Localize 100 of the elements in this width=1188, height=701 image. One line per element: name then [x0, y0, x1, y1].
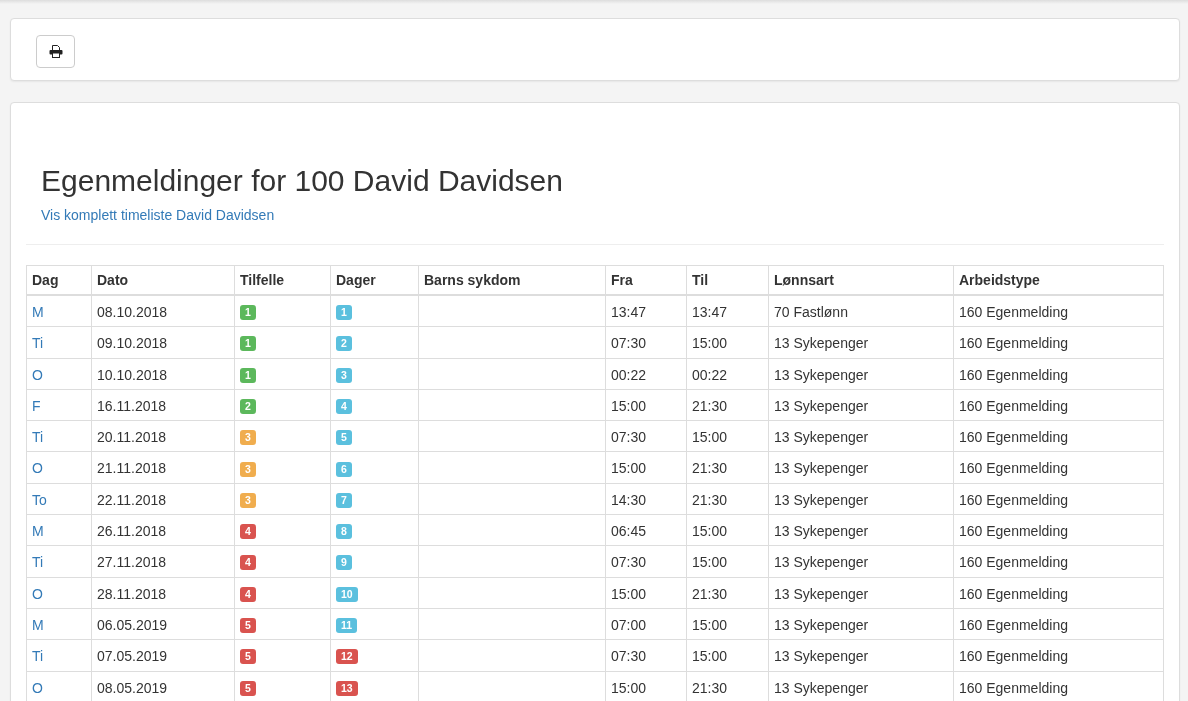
work-type-text: 160 Egenmelding — [959, 648, 1068, 665]
to-time: 00:22 — [692, 366, 728, 383]
work-type-text: 160 Egenmelding — [959, 398, 1068, 415]
to-time: 15:00 — [692, 523, 728, 540]
days-badge: 9 — [336, 555, 352, 571]
work-type-text: 160 Egenmelding — [959, 585, 1068, 602]
date-text: 08.10.2018 — [97, 304, 168, 321]
weekday-link[interactable]: M — [32, 523, 44, 540]
pay-type-text: 13 Sykepenger — [774, 679, 869, 696]
to-time: 21:30 — [692, 585, 728, 602]
case-badge: 5 — [240, 618, 256, 633]
case-badge: 3 — [240, 492, 256, 508]
case-badge: 4 — [240, 555, 256, 571]
days-badge: 4 — [336, 398, 352, 414]
column-header: Arbeidstype — [953, 265, 1164, 295]
work-type-text: 160 Egenmelding — [959, 335, 1068, 352]
date-text: 07.05.2019 — [97, 648, 168, 665]
date-text: 22.11.2018 — [97, 492, 167, 509]
case-badge: 1 — [240, 336, 256, 352]
pay-type-text: 13 Sykepenger — [774, 617, 869, 634]
to-time: 21:30 — [692, 398, 728, 415]
case-badge: 4 — [240, 524, 256, 540]
work-type-text: 160 Egenmelding — [959, 366, 1068, 383]
from-time: 07:30 — [611, 429, 647, 446]
to-time: 21:30 — [692, 460, 728, 477]
date-text: 10.10.2018 — [97, 366, 168, 383]
date-text: 09.10.2018 — [97, 335, 168, 352]
print-icon — [48, 45, 63, 58]
pay-type-text: 70 Fastlønn — [774, 304, 848, 321]
date-text: 06.05.2019 — [97, 617, 168, 634]
days-badge: 12 — [336, 649, 358, 665]
pay-type-text: 13 Sykepenger — [774, 366, 869, 383]
from-time: 13:47 — [611, 304, 647, 321]
column-header: Lønnsart — [768, 265, 954, 295]
case-badge: 3 — [240, 430, 256, 446]
from-time: 14:30 — [611, 492, 647, 509]
pay-type-text: 13 Sykepenger — [774, 554, 869, 571]
date-text: 21.11.2018 — [97, 460, 167, 477]
case-badge: 5 — [240, 649, 256, 665]
weekday-link[interactable]: O — [32, 679, 43, 696]
column-header: Tilfelle — [234, 265, 331, 295]
days-badge: 6 — [336, 461, 352, 477]
to-time: 15:00 — [692, 429, 728, 446]
weekday-link[interactable]: O — [32, 366, 43, 383]
column-header: Dager — [330, 265, 419, 295]
from-time: 06:45 — [611, 523, 647, 540]
work-type-text: 160 Egenmelding — [959, 304, 1068, 321]
weekday-link[interactable]: Ti — [32, 335, 44, 352]
pay-type-text: 13 Sykepenger — [774, 523, 869, 540]
days-badge: 3 — [336, 367, 352, 383]
weekday-link[interactable]: Ti — [32, 648, 44, 665]
work-type-text: 160 Egenmelding — [959, 460, 1068, 477]
page-title: Egenmeldinger for 100 David Davidsen — [41, 163, 564, 199]
column-header: Til — [686, 265, 769, 295]
pay-type-text: 13 Sykepenger — [774, 460, 869, 477]
case-badge: 4 — [240, 586, 256, 602]
from-time: 07:00 — [611, 617, 647, 634]
work-type-text: 160 Egenmelding — [959, 429, 1068, 446]
case-badge: 3 — [240, 461, 256, 477]
weekday-link[interactable]: Ti — [32, 429, 44, 446]
from-time: 07:30 — [611, 648, 647, 665]
date-text: 28.11.2018 — [97, 585, 167, 602]
pay-type-text: 13 Sykepenger — [774, 335, 869, 352]
weekday-link[interactable]: O — [32, 585, 43, 602]
weekday-link[interactable]: F — [32, 398, 41, 415]
pay-type-text: 13 Sykepenger — [774, 492, 869, 509]
from-time: 15:00 — [611, 585, 647, 602]
timesheet-link[interactable]: Vis komplett timeliste David Davidsen — [41, 207, 275, 223]
to-time: 15:00 — [692, 554, 728, 571]
case-badge: 1 — [240, 367, 256, 383]
weekday-link[interactable]: To — [32, 492, 47, 509]
weekday-link[interactable]: M — [32, 617, 44, 634]
from-time: 15:00 — [611, 460, 647, 477]
days-badge: 13 — [336, 680, 358, 696]
print-button[interactable] — [36, 35, 75, 68]
column-header: Fra — [605, 265, 687, 295]
date-text: 16.11.2018 — [97, 398, 167, 415]
case-badge: 1 — [240, 305, 256, 321]
days-badge: 2 — [336, 336, 352, 352]
days-badge: 1 — [336, 305, 352, 321]
work-type-text: 160 Egenmelding — [959, 523, 1068, 540]
column-header: Dato — [91, 265, 235, 295]
date-text: 26.11.2018 — [97, 523, 167, 540]
from-time: 07:30 — [611, 554, 647, 571]
to-time: 13:47 — [692, 304, 728, 321]
weekday-link[interactable]: M — [32, 304, 44, 321]
column-header: Barns sykdom — [418, 265, 606, 295]
to-time: 15:00 — [692, 335, 728, 352]
case-badge: 2 — [240, 398, 256, 414]
work-type-text: 160 Egenmelding — [959, 492, 1068, 509]
from-time: 15:00 — [611, 679, 647, 696]
work-type-text: 160 Egenmelding — [959, 617, 1068, 634]
days-badge: 11 — [336, 618, 358, 633]
days-badge: 10 — [336, 586, 358, 602]
days-badge: 8 — [336, 524, 352, 540]
days-badge: 5 — [336, 430, 352, 446]
weekday-link[interactable]: Ti — [32, 554, 44, 571]
from-time: 15:00 — [611, 398, 647, 415]
weekday-link[interactable]: O — [32, 460, 43, 477]
date-text: 27.11.2018 — [97, 554, 167, 571]
